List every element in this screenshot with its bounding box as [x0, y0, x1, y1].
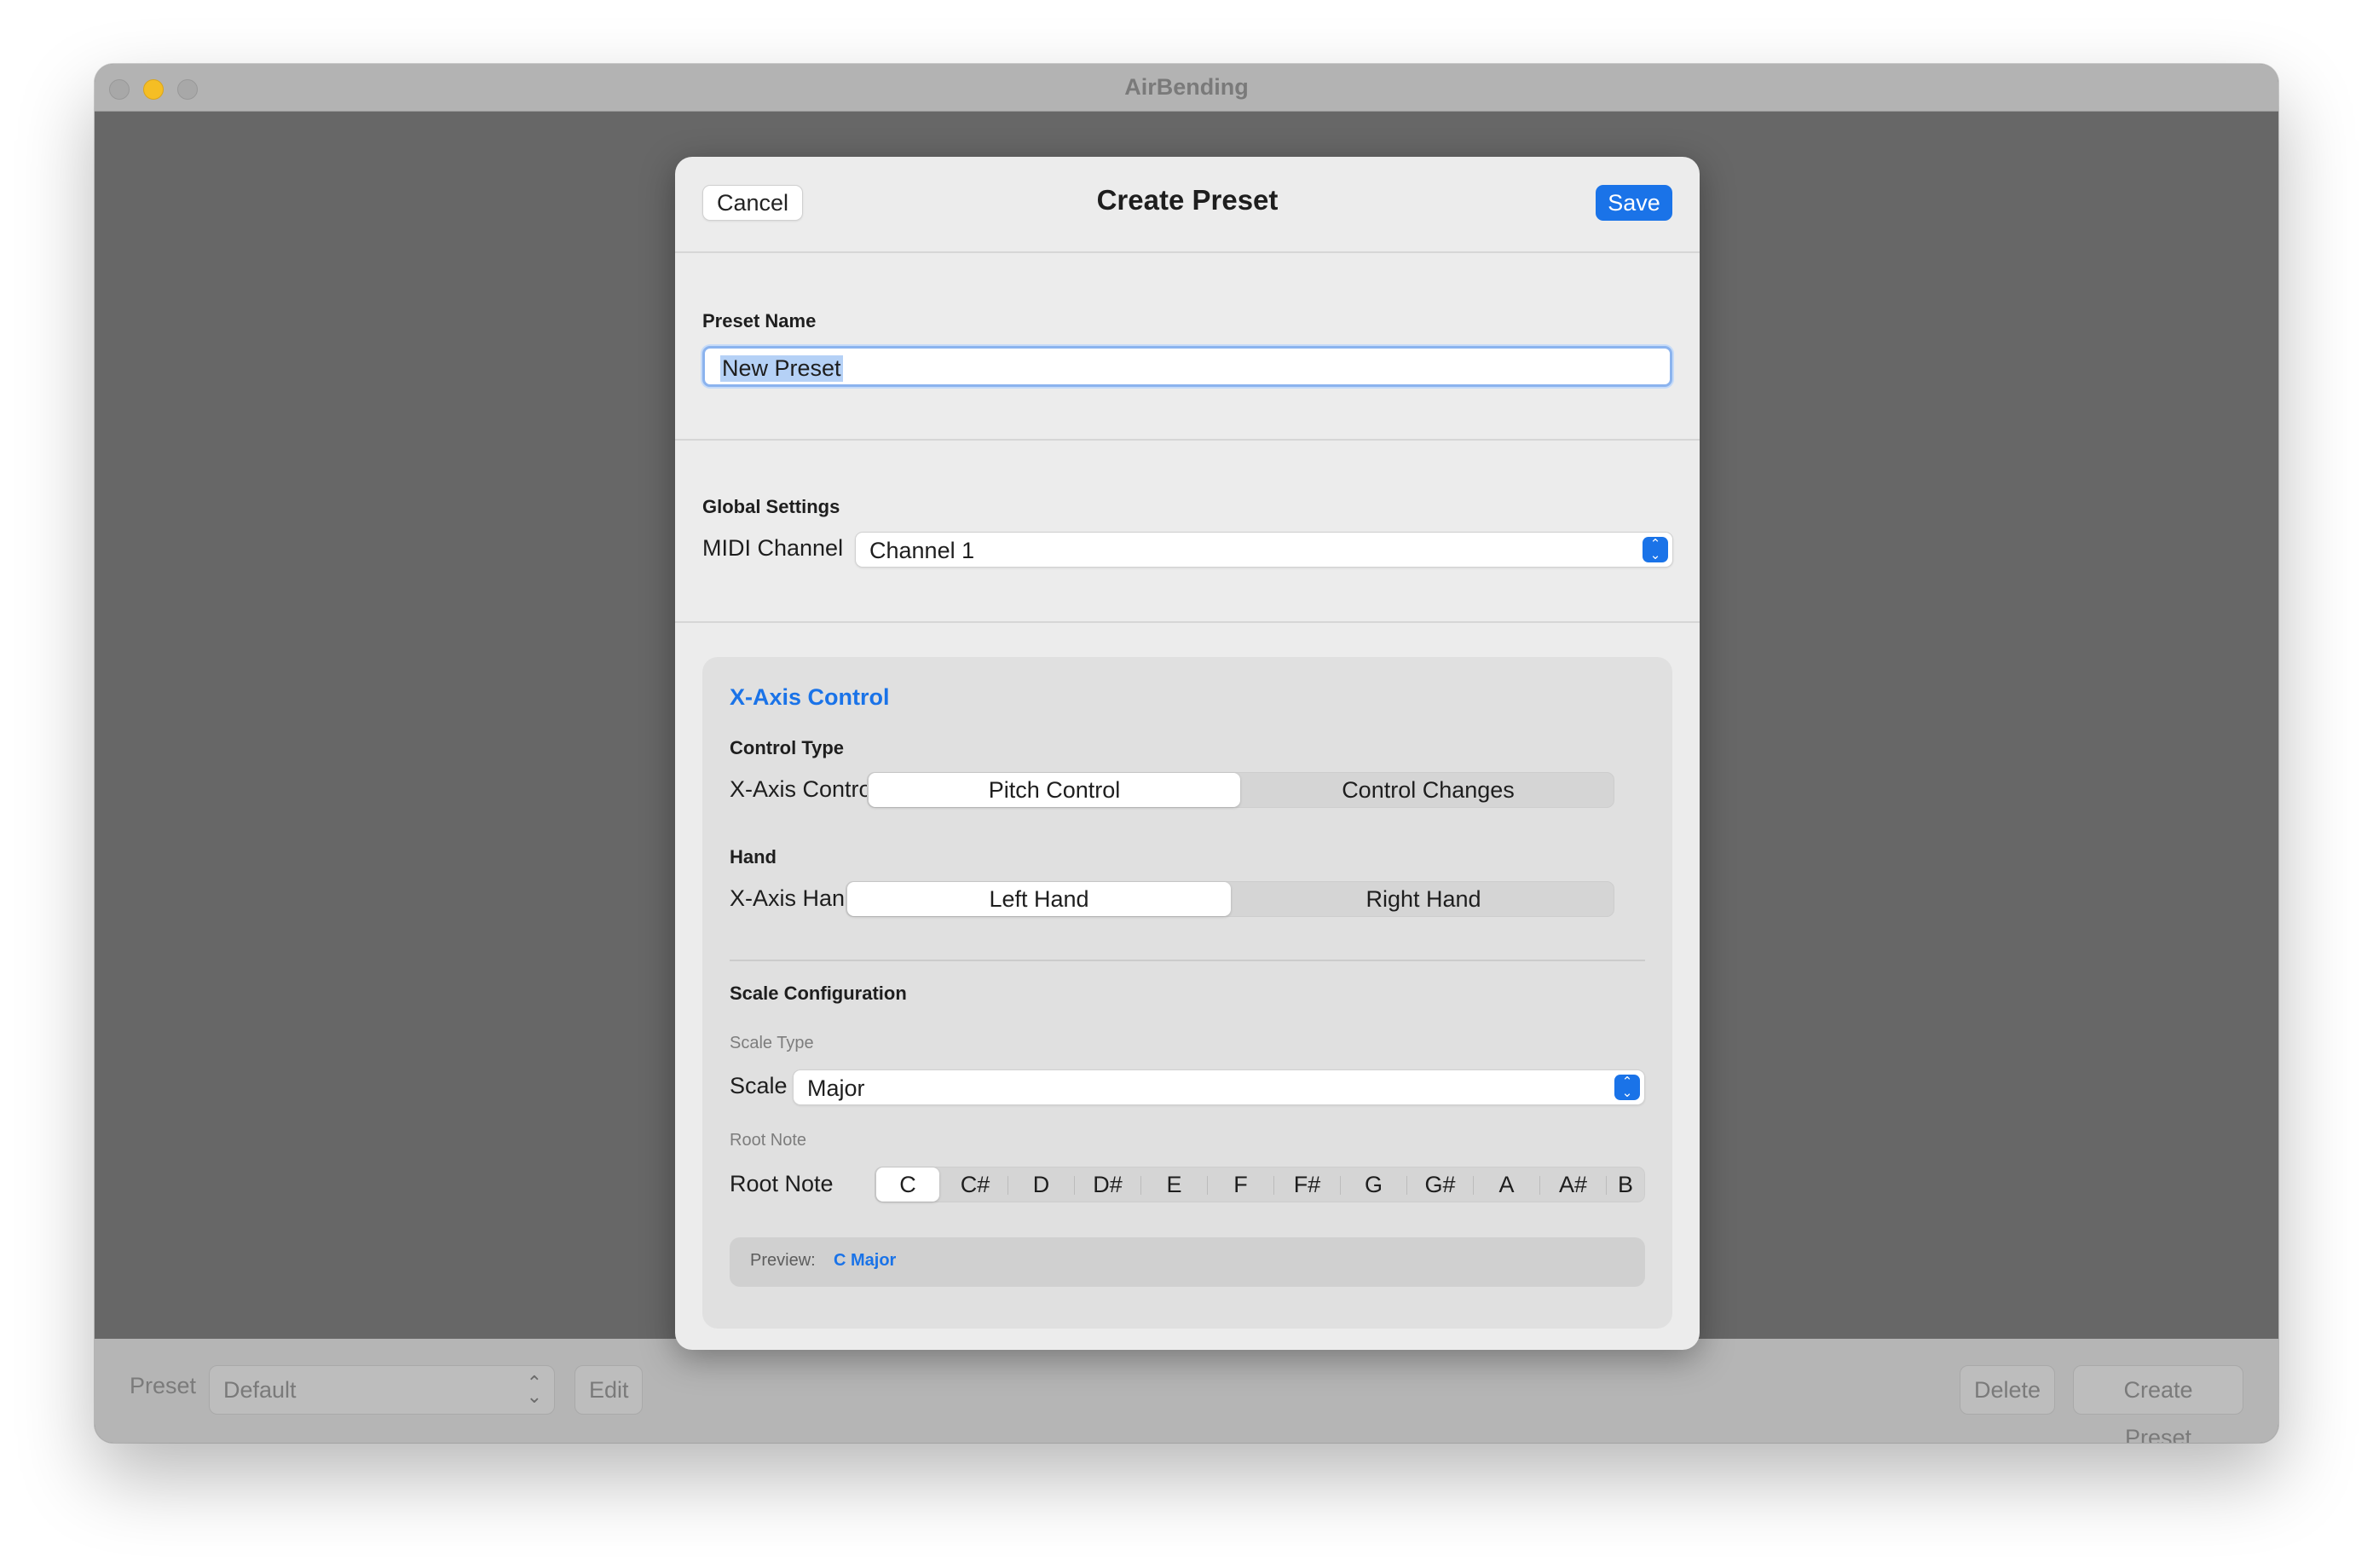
chevron-up-down-icon: ⌃ ⌄	[1643, 537, 1668, 562]
window-title: AirBending	[1124, 74, 1249, 100]
create-preset-sheet: Cancel Create Preset Save Preset Name Ne…	[675, 157, 1700, 1350]
scale-configuration-label: Scale Configuration	[730, 983, 907, 1004]
divider	[675, 621, 1700, 623]
segment-right-hand[interactable]: Right Hand	[1233, 882, 1614, 916]
segment-root-d[interactable]: D	[1008, 1167, 1074, 1202]
segment-root-c-sharp[interactable]: C#	[943, 1167, 1008, 1202]
bottom-toolbar: Preset Default ⌃ ⌄ Edit Delete Create Pre…	[95, 1339, 2278, 1443]
control-type-segmented[interactable]: Pitch Control Control Changes	[867, 772, 1614, 808]
segment-root-e[interactable]: E	[1141, 1167, 1207, 1202]
preset-name-input[interactable]: New Preset	[702, 346, 1672, 387]
sheet-header: Cancel Create Preset Save	[675, 157, 1700, 253]
segment-control-changes[interactable]: Control Changes	[1242, 773, 1614, 807]
preset-name-value: New Preset	[720, 355, 843, 382]
chevron-up-down-icon: ⌃ ⌄	[1614, 1075, 1640, 1100]
segment-root-c[interactable]: C	[876, 1167, 939, 1202]
segment-root-b[interactable]: B	[1607, 1167, 1644, 1202]
segment-root-d-sharp[interactable]: D#	[1075, 1167, 1140, 1202]
global-settings-label: Global Settings	[702, 496, 840, 517]
preview-value: C Major	[834, 1251, 897, 1270]
title-bar: AirBending	[95, 64, 2278, 112]
segment-root-a-sharp[interactable]: A#	[1540, 1167, 1606, 1202]
edit-preset-button[interactable]: Edit	[574, 1365, 643, 1415]
delete-preset-button[interactable]: Delete	[1960, 1365, 2055, 1415]
chevron-up-down-icon: ⌃ ⌄	[526, 1372, 542, 1407]
preset-label: Preset	[130, 1373, 197, 1398]
segment-pitch-control[interactable]: Pitch Control	[869, 773, 1240, 807]
x-axis-panel-title: X-Axis Control	[730, 684, 890, 710]
scale-value: Major	[807, 1075, 865, 1101]
create-preset-button[interactable]: Create Preset	[2073, 1365, 2243, 1443]
root-note-segmented[interactable]: C C# D D# E F F# G G# A A# B	[875, 1167, 1645, 1202]
segment-root-g-sharp[interactable]: G#	[1407, 1167, 1473, 1202]
hand-label: Hand	[730, 846, 777, 868]
segment-root-g[interactable]: G	[1341, 1167, 1406, 1202]
segment-left-hand[interactable]: Left Hand	[847, 882, 1231, 916]
control-type-label: Control Type	[730, 737, 845, 758]
scale-type-caption: Scale Type	[730, 1034, 814, 1052]
scale-preview: Preview: C Major	[730, 1237, 1645, 1287]
x-axis-hand-label: X-Axis Hand	[730, 885, 858, 911]
sheet-title: Create Preset	[1096, 184, 1279, 216]
root-note-label: Root Note	[730, 1171, 834, 1196]
root-note-caption: Root Note	[730, 1131, 807, 1150]
x-axis-control-label: X-Axis Control	[730, 776, 877, 802]
segment-root-a[interactable]: A	[1474, 1167, 1539, 1202]
divider	[675, 439, 1700, 441]
preset-select[interactable]: Default ⌃ ⌄	[209, 1365, 555, 1415]
divider	[730, 960, 1645, 961]
x-axis-control-panel: X-Axis Control Control Type X-Axis Contr…	[702, 657, 1672, 1329]
scale-select[interactable]: Major ⌃ ⌄	[793, 1069, 1645, 1105]
save-button[interactable]: Save	[1596, 185, 1672, 221]
midi-channel-value: Channel 1	[869, 538, 975, 563]
preset-name-label: Preset Name	[702, 310, 817, 331]
segment-root-f-sharp[interactable]: F#	[1274, 1167, 1340, 1202]
hand-segmented[interactable]: Left Hand Right Hand	[846, 881, 1614, 917]
segment-root-f[interactable]: F	[1208, 1167, 1273, 1202]
preview-label: Preview:	[750, 1251, 816, 1270]
scale-label: Scale	[730, 1073, 788, 1098]
midi-channel-label: MIDI Channel	[702, 535, 844, 561]
preset-select-value: Default	[223, 1377, 297, 1403]
midi-channel-select[interactable]: Channel 1 ⌃ ⌄	[855, 532, 1673, 568]
